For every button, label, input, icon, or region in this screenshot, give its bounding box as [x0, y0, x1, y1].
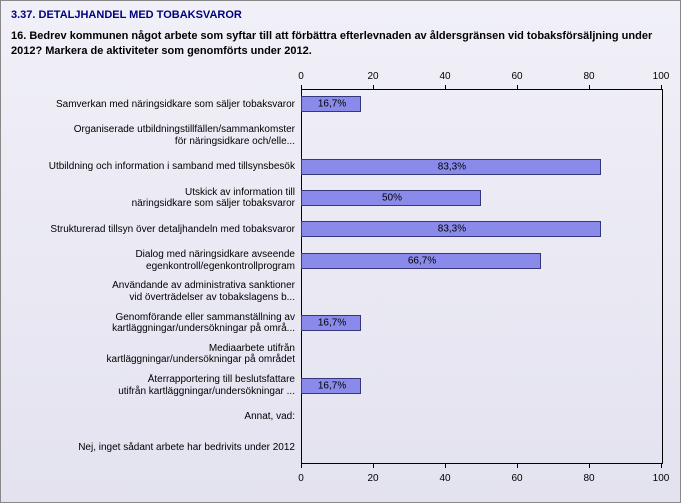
bar-row — [301, 276, 661, 307]
bar-row: 83,3% — [301, 214, 661, 245]
bar-value-label: 16,7% — [318, 99, 346, 110]
bar: 83,3% — [301, 221, 601, 237]
category-row: Mediaarbete utifrån kartläggningar/under… — [11, 339, 301, 370]
category-label: Organiserade utbildningstillfällen/samma… — [11, 124, 301, 147]
category-labels: Samverkan med näringsidkare som säljer t… — [11, 89, 301, 464]
bar-value-label: 83,3% — [438, 224, 466, 235]
bar-value-label: 83,3% — [438, 161, 466, 172]
category-row: Genomförande eller sammanställning av ka… — [11, 307, 301, 338]
category-row: Organiserade utbildningstillfällen/samma… — [11, 120, 301, 151]
category-row: Annat, vad: — [11, 401, 301, 432]
category-label: Samverkan med näringsidkare som säljer t… — [11, 99, 301, 111]
x-tick-label: 0 — [298, 71, 304, 82]
category-label: Återrapportering till beslutsfattare uti… — [11, 374, 301, 397]
x-axis-top: 0 20 40 60 80 100 — [11, 69, 670, 89]
category-label: Nej, inget sådant arbete har bedrivits u… — [11, 442, 301, 454]
x-tick-label: 100 — [653, 473, 670, 484]
bar-value-label: 16,7% — [318, 318, 346, 329]
x-tick-label: 20 — [367, 71, 378, 82]
x-tick-mark — [445, 464, 446, 468]
bar-row: 16,7% — [301, 307, 661, 338]
category-row: Användande av administrativa sanktioner … — [11, 276, 301, 307]
x-tick-mark — [373, 464, 374, 468]
x-tick-mark — [517, 464, 518, 468]
bar: 66,7% — [301, 253, 541, 269]
x-tick-mark — [301, 464, 302, 468]
x-tick-label: 20 — [367, 473, 378, 484]
bar-row: 50% — [301, 182, 661, 213]
bar-value-label: 16,7% — [318, 380, 346, 391]
bar: 50% — [301, 190, 481, 206]
category-row: Strukturerad tillsyn över detaljhandeln … — [11, 214, 301, 245]
section-title: 3.37. DETALJHANDEL MED TOBAKSVAROR — [11, 9, 670, 21]
x-tick-mark — [589, 464, 590, 468]
x-tick-label: 0 — [298, 473, 304, 484]
question-text: 16. Bedrev kommunen något arbete som syf… — [11, 29, 670, 59]
bar-row — [301, 432, 661, 463]
x-tick-label: 80 — [583, 71, 594, 82]
bars-area: 16,7% 83,3% 50% 83,3% 66,7% 16,7% 16,7% — [301, 89, 661, 464]
category-row: Utbildning och information i samband med… — [11, 151, 301, 182]
category-row: Nej, inget sådant arbete har bedrivits u… — [11, 432, 301, 463]
category-row: Dialog med näringsidkare avseende egenko… — [11, 245, 301, 276]
category-row: Återrapportering till beslutsfattare uti… — [11, 370, 301, 401]
x-axis-bottom: 0 20 40 60 80 100 — [11, 464, 670, 484]
x-tick-label: 60 — [511, 71, 522, 82]
x-tick-label: 80 — [583, 473, 594, 484]
category-label: Strukturerad tillsyn över detaljhandeln … — [11, 224, 301, 236]
bar-row: 16,7% — [301, 370, 661, 401]
x-tick-label: 40 — [439, 71, 450, 82]
bar: 83,3% — [301, 159, 601, 175]
bar-row: 16,7% — [301, 89, 661, 120]
bar-row: 83,3% — [301, 151, 661, 182]
bar-row — [301, 401, 661, 432]
x-tick-mark — [661, 464, 662, 468]
chart: 0 20 40 60 80 100 Samverkan med näringsidkare… — [11, 69, 670, 484]
bar-row: 66,7% — [301, 245, 661, 276]
x-tick-label: 60 — [511, 473, 522, 484]
bar-value-label: 66,7% — [408, 255, 436, 266]
category-label: Dialog med näringsidkare avseende egenko… — [11, 249, 301, 272]
category-row: Samverkan med näringsidkare som säljer t… — [11, 89, 301, 120]
category-label: Genomförande eller sammanställning av ka… — [11, 312, 301, 335]
report-frame: 3.37. DETALJHANDEL MED TOBAKSVAROR 16. B… — [0, 0, 681, 503]
category-label: Annat, vad: — [11, 411, 301, 423]
x-tick-label: 40 — [439, 473, 450, 484]
category-label: Utbildning och information i samband med… — [11, 161, 301, 173]
category-label: Mediaarbete utifrån kartläggningar/under… — [11, 343, 301, 366]
bar-row — [301, 339, 661, 370]
bar-value-label: 50% — [382, 193, 402, 204]
category-label: Utskick av information till näringsidkar… — [11, 187, 301, 210]
category-row: Utskick av information till näringsidkar… — [11, 182, 301, 213]
bar: 16,7% — [301, 96, 361, 112]
category-label: Användande av administrativa sanktioner … — [11, 280, 301, 303]
bar: 16,7% — [301, 315, 361, 331]
bar-row — [301, 120, 661, 151]
x-tick-label: 100 — [653, 71, 670, 82]
bar: 16,7% — [301, 378, 361, 394]
